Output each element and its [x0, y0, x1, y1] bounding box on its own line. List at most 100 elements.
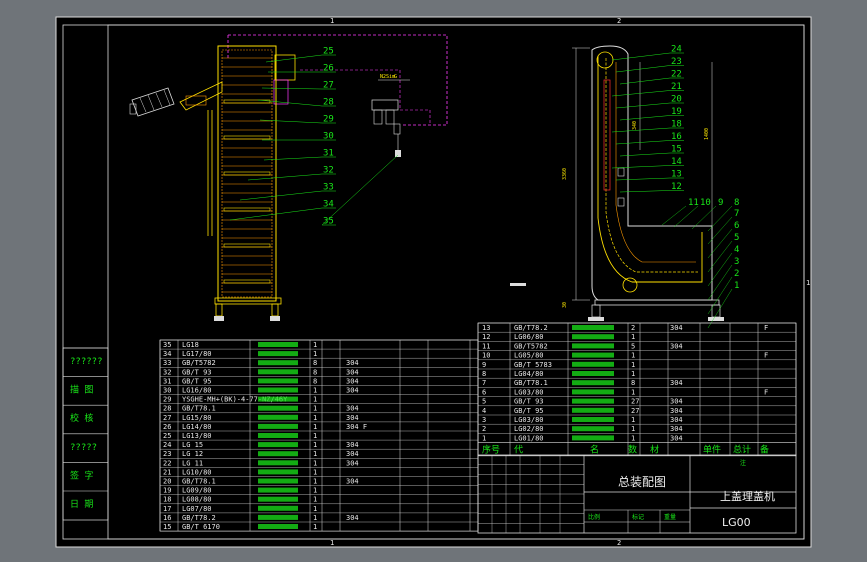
- bom-no: 21: [163, 468, 171, 476]
- bom-qty: 1: [313, 423, 317, 431]
- bom-name-glyphs: [258, 460, 298, 466]
- balloon-9: 9: [718, 198, 723, 208]
- bom-code: GB/T 93: [182, 368, 212, 376]
- bom-material: 304: [670, 342, 683, 350]
- bom-qty: 1: [313, 450, 317, 458]
- zone-mark-bottom-2: 2: [617, 539, 621, 547]
- bom-no: 30: [163, 387, 171, 395]
- bom-name-glyphs: [258, 387, 298, 393]
- side-foot-left: [588, 317, 604, 321]
- bom-code: LG10/80: [182, 468, 212, 476]
- dim-left-base-text: 30: [562, 302, 568, 308]
- bom-no: 8: [482, 370, 486, 378]
- bom-note: F: [764, 388, 768, 396]
- bom-no: 32: [163, 368, 171, 376]
- bom-code: LG02/80: [514, 425, 544, 433]
- bom-name-glyphs: [258, 505, 298, 511]
- balloon-13: 13: [671, 170, 682, 180]
- balloon-34: 34: [323, 200, 334, 210]
- bom-qty: 1: [313, 350, 317, 358]
- balloon-26: 26: [323, 64, 334, 74]
- loose-part: [510, 283, 526, 286]
- bom-no: 7: [482, 379, 486, 387]
- bom-name-glyphs: [258, 524, 298, 529]
- bom-material: 304: [346, 514, 359, 522]
- bom-name-glyphs: [572, 343, 614, 349]
- balloon-3: 3: [734, 257, 739, 267]
- bom-header-cell: 数: [628, 444, 637, 456]
- bom-header-cell: 名: [590, 444, 599, 456]
- balloon-7: 7: [734, 209, 739, 219]
- bom-no: 22: [163, 459, 171, 467]
- balloon-8: 8: [734, 198, 739, 208]
- bom-name-glyphs: [572, 352, 614, 358]
- bom-no: 26: [163, 423, 171, 431]
- bom-code: LG09/80: [182, 487, 212, 495]
- bom-name-glyphs: [572, 435, 614, 441]
- zone-mark-bottom-1: 1: [330, 539, 334, 547]
- fitting: [395, 150, 401, 157]
- bom-name-glyphs: [258, 396, 298, 402]
- bom-code: LG13/80: [182, 432, 212, 440]
- bom-no: 33: [163, 359, 171, 367]
- bom-name-glyphs: [258, 496, 298, 502]
- bom-name-glyphs: [258, 414, 298, 420]
- bom-code: LG17/80: [182, 350, 212, 358]
- bom-no: 25: [163, 432, 171, 440]
- bom-qty: 1: [313, 414, 317, 422]
- zone-mark-right: 1: [806, 279, 810, 287]
- bom-code: LG01/80: [514, 434, 544, 442]
- bom-name-glyphs: [258, 487, 298, 493]
- bom-qty: 1: [313, 396, 317, 404]
- bom-qty: 1: [313, 523, 317, 531]
- balloon-16: 16: [671, 132, 682, 142]
- bom-no: 28: [163, 405, 171, 413]
- balloon-6: 6: [734, 221, 739, 231]
- drawing-name: 总装配图: [618, 475, 666, 489]
- balloon-23: 23: [671, 57, 682, 67]
- bom-qty: 1: [313, 432, 317, 440]
- bom-qty: 2: [631, 324, 635, 332]
- bom-material: 304: [346, 414, 359, 422]
- bom-qty: 8: [631, 379, 635, 387]
- foot-right: [270, 316, 280, 321]
- bom-qty: 1: [313, 496, 317, 504]
- bom-name-glyphs: [258, 405, 298, 411]
- balloon-10: 10: [700, 198, 711, 208]
- balloon-24: 24: [671, 45, 682, 55]
- bom-name-glyphs: [258, 478, 298, 484]
- bom-qty: 1: [631, 388, 635, 396]
- bom-code: LG16/80: [182, 387, 212, 395]
- panel-row: 描 图: [70, 384, 93, 396]
- bom-name-glyphs: [258, 514, 298, 520]
- balloon-4: 4: [734, 245, 739, 255]
- bom-code: GB/T78.1: [514, 379, 548, 387]
- bom-qty: 1: [313, 459, 317, 467]
- panel-row: ??????: [70, 357, 103, 367]
- bom-no: 3: [482, 416, 486, 424]
- bom-name-glyphs: [258, 442, 298, 448]
- balloon-27: 27: [323, 81, 334, 91]
- bom-material: 304: [670, 434, 683, 442]
- bom-code: LG14/80: [182, 423, 212, 431]
- bom-qty: 1: [631, 361, 635, 369]
- bom-no: 9: [482, 361, 486, 369]
- bom-no: 12: [482, 333, 490, 341]
- bom-material: 304: [346, 441, 359, 449]
- bom-name-glyphs: [258, 469, 298, 475]
- bom-name-glyphs: [258, 451, 298, 457]
- bom-code: LG03/80: [514, 388, 544, 396]
- bom-code: GB/T78.1: [182, 405, 216, 413]
- bom-no: 27: [163, 414, 171, 422]
- panel-row: ?????: [70, 443, 97, 453]
- bom-code: GB/T78.2: [182, 514, 216, 522]
- scale-label: 比例: [588, 513, 600, 521]
- bom-code: GB/T 93: [514, 398, 544, 406]
- cad-viewport[interactable]: 1 2 1 2 1 G N2Sim 25 26 27 28 29 30 31 3…: [0, 0, 867, 562]
- bom-name-glyphs: [572, 334, 614, 340]
- panel-row: 日 期: [70, 499, 93, 510]
- balloon-11: 11: [688, 198, 699, 208]
- bom-name-glyphs: [572, 398, 614, 404]
- drawing-canvas[interactable]: 1 2 1 2 1 G N2Sim 2526272829303132333435…: [0, 0, 867, 562]
- bom-qty: 1: [313, 514, 317, 522]
